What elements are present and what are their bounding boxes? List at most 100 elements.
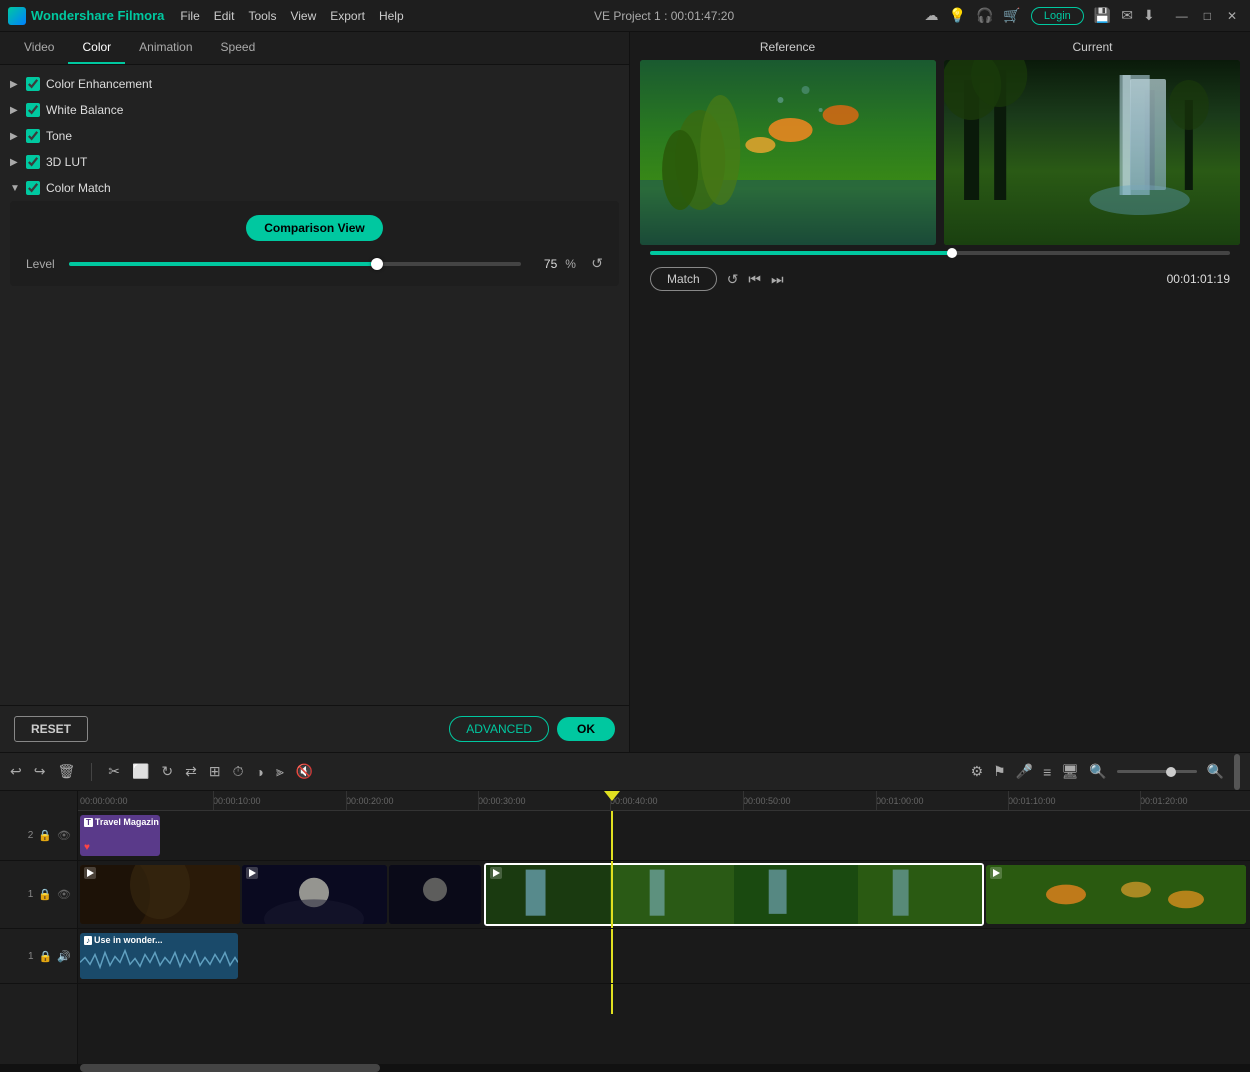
eye-icon[interactable]: 👁 <box>57 829 71 842</box>
split-icon[interactable]: ⫸ <box>276 763 284 780</box>
delete-icon[interactable]: 🗑 <box>57 763 75 780</box>
horizontal-scrollbar[interactable] <box>0 1064 1250 1072</box>
section-color-enhancement[interactable]: ▶ Color Enhancement <box>0 71 629 97</box>
comparison-view-button[interactable]: Comparison View <box>246 215 382 241</box>
ok-button[interactable]: OK <box>557 717 615 741</box>
clip4-thumbnail <box>486 865 982 924</box>
eye-v1-icon[interactable]: 👁 <box>57 888 71 901</box>
ruler-tick-1 <box>213 791 214 810</box>
scrubber-track[interactable] <box>650 251 1230 255</box>
track-labels: 2 🔒 👁 1 🔒 👁 1 🔒 🔊 <box>0 791 78 1064</box>
flag-icon[interactable]: ⚑ <box>993 763 1006 780</box>
play-pause-icon[interactable]: ⏭ <box>771 271 784 288</box>
white-balance-checkbox[interactable] <box>26 103 40 117</box>
menu-edit[interactable]: Edit <box>214 9 235 23</box>
audio-clip-1[interactable]: ♪ Use in wonder... <box>80 933 238 979</box>
section-color-match[interactable]: ▼ Color Match <box>0 175 629 201</box>
ruler-tick-7 <box>1008 791 1009 810</box>
scrubber-area: Match ↺ ⏮ ⏭ 00:01:01:19 <box>640 251 1240 299</box>
zoom-fit-icon[interactable]: ⊞ <box>209 763 221 780</box>
zoom-slider[interactable] <box>1117 770 1197 773</box>
undo-timeline-icon[interactable]: ↩ <box>10 763 22 780</box>
scroll-thumb[interactable] <box>80 1064 380 1072</box>
view-toggle[interactable] <box>1234 754 1240 790</box>
lock-icon[interactable]: 🔒 <box>38 829 52 842</box>
section-white-balance[interactable]: ▶ White Balance <box>0 97 629 123</box>
maximize-button[interactable]: □ <box>1199 7 1216 25</box>
color-icon[interactable]: ◑ <box>256 764 264 780</box>
menu-tools[interactable]: Tools <box>248 9 276 23</box>
speed-icon[interactable]: ⏱ <box>233 763 244 780</box>
video-clip-1[interactable] <box>80 865 240 924</box>
title-icon: T <box>84 818 93 827</box>
audio-icon[interactable]: 🔇 <box>296 763 313 780</box>
login-button[interactable]: Login <box>1031 7 1084 25</box>
expand-icon: ▶ <box>10 79 20 90</box>
expand-icon: ▶ <box>10 131 20 142</box>
playback-controls: Match ↺ ⏮ ⏭ 00:01:01:19 <box>650 263 1230 295</box>
rotate-icon[interactable]: ↻ <box>161 763 173 780</box>
section-tone[interactable]: ▶ Tone <box>0 123 629 149</box>
zoom-out-icon[interactable]: 🔍 <box>1089 763 1106 780</box>
cloud-icon[interactable]: ☁ <box>925 7 939 24</box>
title-clip-icon: T Travel Magazin <box>84 817 159 827</box>
menu-export[interactable]: Export <box>330 9 365 23</box>
tab-animation[interactable]: Animation <box>125 32 206 64</box>
lock-v1-icon[interactable]: 🔒 <box>38 888 52 901</box>
reference-svg <box>640 60 936 245</box>
video-clip-selected[interactable] <box>484 863 984 926</box>
tab-video[interactable]: Video <box>10 32 68 64</box>
mic-icon[interactable]: 🎤 <box>1016 763 1033 780</box>
track-v2-number: 2 <box>28 830 34 841</box>
flip-icon[interactable]: ⇄ <box>185 763 197 780</box>
cut-icon[interactable]: ✂ <box>108 763 120 780</box>
close-button[interactable]: ✕ <box>1222 7 1242 25</box>
cart-icon[interactable]: 🛒 <box>1003 7 1020 24</box>
menu-help[interactable]: Help <box>379 9 404 23</box>
color-match-checkbox[interactable] <box>26 181 40 195</box>
timeline-ruler[interactable]: 00:00:00:00 00:00:10:00 00:00:20:00 00:0… <box>78 791 1250 811</box>
logo-icon <box>8 7 26 25</box>
expand-icon: ▼ <box>10 183 20 194</box>
timeline-tracks: 2 🔒 👁 1 🔒 👁 1 🔒 🔊 00:00:00:00 00:00 <box>0 791 1250 1064</box>
settings-icon[interactable]: ⚙ <box>971 763 984 780</box>
tab-color[interactable]: Color <box>68 32 125 64</box>
minimize-button[interactable]: — <box>1171 7 1193 25</box>
advanced-button[interactable]: ADVANCED <box>449 716 549 742</box>
step-back-icon[interactable]: ⏮ <box>748 271 761 288</box>
monitor-icon[interactable]: 🖥 <box>1061 763 1079 780</box>
filter-icon[interactable]: ≡ <box>1043 764 1051 780</box>
clip-play-icon-2 <box>246 867 258 879</box>
lock-a1-icon[interactable]: 🔒 <box>39 950 53 963</box>
3d-lut-checkbox[interactable] <box>26 155 40 169</box>
bulb-icon[interactable]: 💡 <box>949 7 966 24</box>
app-name: Wondershare Filmora <box>31 8 164 23</box>
level-reset-icon[interactable]: ↺ <box>591 255 603 272</box>
eye-a1-icon[interactable]: 🔊 <box>57 950 71 963</box>
section-3d-lut[interactable]: ▶ 3D LUT <box>0 149 629 175</box>
color-enhancement-checkbox[interactable] <box>26 77 40 91</box>
zoom-in-icon[interactable]: 🔍 <box>1207 763 1224 780</box>
match-button[interactable]: Match <box>650 267 717 291</box>
audio-waveform <box>80 933 238 979</box>
undo-icon[interactable]: ↺ <box>727 271 739 288</box>
level-slider[interactable] <box>69 262 521 266</box>
reset-button[interactable]: RESET <box>14 716 88 742</box>
ruler-tick-2 <box>346 791 347 810</box>
save-icon[interactable]: 💾 <box>1094 7 1111 24</box>
video-clip-3[interactable] <box>389 865 481 924</box>
download-icon[interactable]: ⬇ <box>1143 7 1155 24</box>
video-clip-5[interactable] <box>986 865 1246 924</box>
mail-icon[interactable]: ✉ <box>1121 7 1133 24</box>
title-clip[interactable]: T Travel Magazin ♥ <box>80 815 160 856</box>
headphone-icon[interactable]: 🎧 <box>976 7 993 24</box>
menu-view[interactable]: View <box>290 9 316 23</box>
crop-icon[interactable]: ⬜ <box>132 763 149 780</box>
tab-speed[interactable]: Speed <box>207 32 270 64</box>
current-svg <box>944 60 1240 245</box>
expand-icon: ▶ <box>10 157 20 168</box>
menu-file[interactable]: File <box>180 9 199 23</box>
video-clip-2[interactable] <box>242 865 387 924</box>
redo-timeline-icon[interactable]: ↪ <box>34 763 46 780</box>
tone-checkbox[interactable] <box>26 129 40 143</box>
